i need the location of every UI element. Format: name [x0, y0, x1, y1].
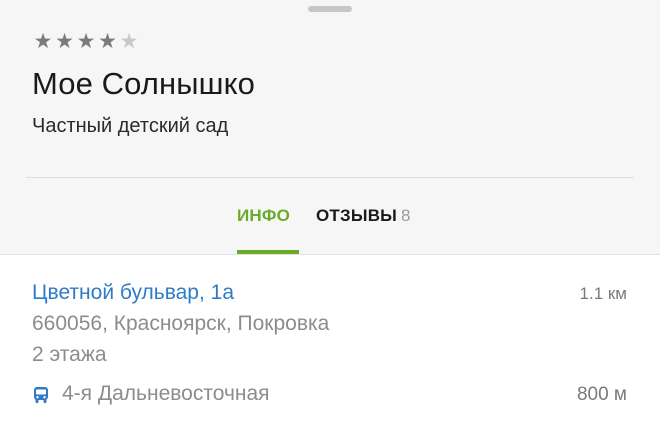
drag-handle[interactable]: [308, 6, 352, 12]
bus-icon: [34, 387, 48, 403]
tab-reviews-label: ОТЗЫВЫ: [316, 206, 398, 225]
address-distance: 1.1 км: [579, 284, 627, 303]
star-icon: ★: [33, 29, 53, 53]
place-category: Частный детский сад: [32, 115, 229, 137]
reviews-count: 8: [401, 206, 411, 225]
transit-stop-distance: 800 м: [576, 384, 627, 405]
divider: [0, 254, 660, 255]
star-rating: ★ ★ ★ ★ ★: [32, 29, 140, 53]
star-icon: ★: [98, 29, 117, 53]
place-header-panel: ★ ★ ★ ★ ★ Мое Солнышко Частный детский с…: [0, 0, 660, 254]
star-icon: ★: [55, 29, 74, 53]
tab-info[interactable]: ИНФО: [237, 204, 290, 228]
postal-address: 660056, Красноярск, Покровка: [32, 312, 330, 335]
floors-info: 2 этажа: [32, 343, 107, 366]
tab-bar: ИНФО ОТЗЫВЫ 8: [0, 178, 660, 254]
transit-stop-name: 4-я Дальневосточная: [62, 382, 270, 405]
address-link[interactable]: Цветной бульвар, 1а: [32, 279, 234, 307]
place-title: Мое Солнышко: [32, 66, 255, 101]
star-icon: ★: [119, 29, 139, 53]
tab-reviews[interactable]: ОТЗЫВЫ 8: [316, 204, 411, 228]
star-icon: ★: [76, 29, 96, 53]
